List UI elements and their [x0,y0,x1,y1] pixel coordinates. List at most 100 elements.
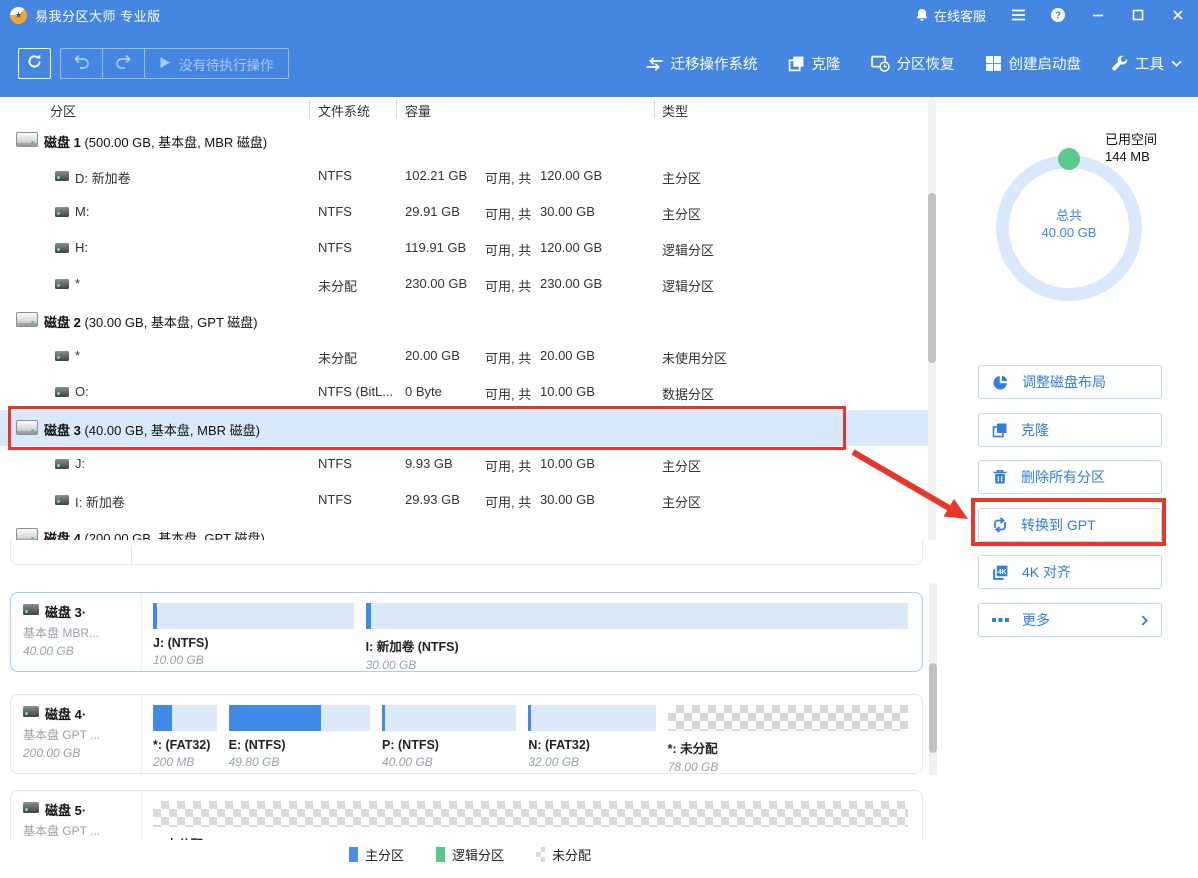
table-scrollbar-thumb[interactable] [928,193,936,363]
diskmap-scrollbar-thumb[interactable] [929,663,937,753]
capacity-suffix: 可用, 共 [485,384,531,403]
help-button[interactable]: ? [1038,0,1078,30]
partition-bar [366,603,908,629]
sidebar-button-4k-align[interactable]: 4K4K 对齐 [978,555,1162,589]
help-icon: ? [1050,7,1066,23]
disk-card[interactable]: 磁盘 5·基本盘 GPT ...*: 未分配 [10,790,923,840]
partition-bar-label: N: (FAT32) [528,738,655,752]
partition-name: J: [75,456,85,471]
divider [141,593,142,671]
partition-bar-label: E: (NTFS) [229,738,370,752]
toolbar-action-clone[interactable]: 克隆 [788,53,841,74]
bell-icon [915,8,929,22]
partition-block[interactable]: N: (FAT32)32.00 GB [528,705,655,774]
partition-total: 120.00 GB [540,168,602,183]
partition-block[interactable]: J: (NTFS)10.00 GB [153,603,354,672]
partition-bar-size: 10.00 GB [153,653,354,667]
sidebar-button-disk-layout[interactable]: 调整磁盘布局 [978,365,1162,399]
partition-used-fill [229,705,321,731]
disk-row[interactable]: 磁盘 2 (30.00 GB, 基本盘, GPT 磁盘) [0,302,928,338]
capacity-suffix: 可用, 共 [485,168,531,187]
partition-block[interactable]: I: 新加卷 (NTFS) 30.00 GB [366,603,908,672]
undo-button[interactable] [61,49,102,78]
partition-filesystem: NTFS [318,240,400,255]
partition-row[interactable]: M:NTFS29.91 GB可用, 共30.00 GB主分区 [0,194,928,230]
pending-operations-button[interactable]: 没有待执行操作 [145,54,288,74]
disk-row[interactable]: 磁盘 3 (40.00 GB, 基本盘, MBR 磁盘) [0,410,928,446]
partition-block[interactable]: E: (NTFS)49.80 GB [229,705,370,774]
sidebar-button-convert-gpt[interactable]: 转换到 GPT [978,508,1162,542]
disk-row[interactable]: 磁盘 1 (500.00 GB, 基本盘, MBR 磁盘) [0,122,928,158]
disk-card-size: 40.00 GB [23,644,128,658]
sidebar-button-clone-blue[interactable]: 克隆 [978,413,1162,447]
disk-card[interactable]: 磁盘 3·基本盘 MBR...40.00 GBJ: (NTFS)10.00 GB… [10,592,923,672]
toolbar-action-migrate-os[interactable]: 迁移操作系统 [645,53,758,74]
column-partition: 分区 [50,101,76,120]
partition-icon [55,279,69,289]
disk-icon [23,802,39,813]
capacity-suffix: 可用, 共 [485,204,531,223]
partition-bar [668,705,908,731]
partition-block[interactable]: *: 未分配 [153,801,908,840]
app-window: ★ 易我分区大师 专业版 在线客服 ? [0,0,1198,878]
partition-row[interactable]: *未分配230.00 GB可用, 共230.00 GB逻辑分区 [0,266,928,302]
partition-total: 10.00 GB [540,456,595,471]
bootable-media-icon [985,55,1002,72]
partition-used-fill [366,603,371,629]
partition-icon [55,351,69,361]
partition-block[interactable]: *: (FAT32)200 MB [153,705,217,774]
partition-row[interactable]: *未分配20.00 GB可用, 共20.00 GB未使用分区 [0,338,928,374]
more-icon [992,617,1009,623]
capacity-suffix: 可用, 共 [485,348,531,367]
clone-blue-icon [992,422,1008,438]
partition-recovery-icon [871,55,890,72]
sidebar-button-more[interactable]: 更多 [978,603,1162,637]
operations-list-button[interactable] [998,0,1038,30]
partition-row[interactable]: J:NTFS9.93 GB可用, 共10.00 GB主分区 [0,446,928,482]
maximize-button[interactable] [1118,0,1158,30]
toolbar-action-bootable-media[interactable]: 创建启动盘 [985,53,1082,74]
partition-bar-size: 30.00 GB [366,658,908,672]
partition-block[interactable]: *: 未分配78.00 GB [668,705,908,774]
partition-bar-label: I: 新加卷 (NTFS) [366,636,908,655]
disk-card-size: 200.00 GB [23,746,128,760]
partition-row[interactable]: O:NTFS (BitL...0 Byte可用, 共10.00 GB数据分区 [0,374,928,410]
svg-text:4K: 4K [998,569,1007,576]
partition-row[interactable]: H:NTFS119.91 GB可用, 共120.00 GB逻辑分区 [0,230,928,266]
toolbar-action-wrench[interactable]: 工具 [1111,53,1182,74]
disk-card[interactable]: 磁盘 4·基本盘 GPT ...200.00 GB*: (FAT32)200 M… [10,694,923,774]
partition-used-fill [528,705,531,731]
refresh-button[interactable] [18,48,51,79]
partition-bar-label: *: 未分配 [153,834,908,840]
partition-total: 10.00 GB [540,384,595,399]
partition-row[interactable]: I: 新加卷NTFS29.93 GB可用, 共30.00 GB主分区 [0,482,928,518]
capacity-suffix: 可用, 共 [485,492,531,511]
partition-name: I: 新加卷 [75,492,125,511]
partition-row[interactable]: D: 新加卷NTFS102.21 GB可用, 共120.00 GB主分区 [0,158,928,194]
toolbar-action-partition-recovery[interactable]: 分区恢复 [871,53,955,74]
online-support-button[interactable]: 在线客服 [903,0,998,30]
partition-bar [229,705,370,731]
partition-filesystem: 未分配 [318,276,400,295]
disk-info: (40.00 GB, 基本盘, MBR 磁盘) [81,423,260,438]
used-space-value: 144 MB [1105,148,1157,165]
partition-total: 30.00 GB [540,492,595,507]
disk-card-type: 基本盘 MBR... [23,624,128,641]
wrench-icon [1111,55,1128,72]
undo-icon [73,54,90,74]
partition-type: 主分区 [662,492,701,511]
minimize-button[interactable] [1078,0,1118,30]
chevron-down-icon [1171,60,1182,67]
partition-filesystem: NTFS [318,492,400,507]
redo-icon [115,54,132,74]
partition-type: 主分区 [662,456,701,475]
app-title: 易我分区大师 专业版 [35,6,161,25]
disk-info: (500.00 GB, 基本盘, MBR 磁盘) [81,135,267,150]
sidebar-button-delete-partitions[interactable]: 删除所有分区 [978,460,1162,494]
toolbar-action-label: 分区恢复 [897,53,955,74]
close-button[interactable] [1158,0,1198,30]
redo-button[interactable] [103,49,144,78]
partition-block[interactable]: P: (NTFS)40.00 GB [382,705,516,774]
partition-icon [55,243,69,253]
titlebar: ★ 易我分区大师 专业版 在线客服 ? [0,0,1198,30]
